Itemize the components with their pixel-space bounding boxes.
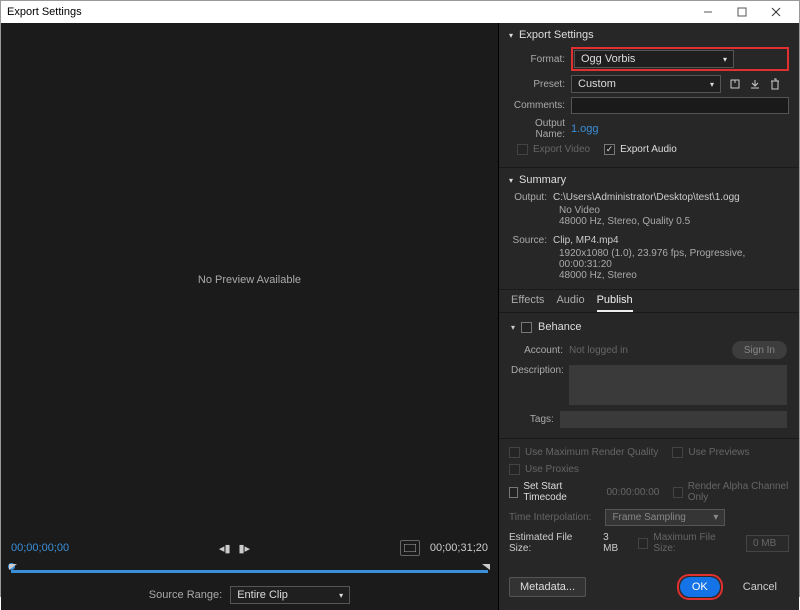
source-range-dropdown[interactable]: Entire Clip ▾ xyxy=(230,586,350,604)
no-preview-label: No Preview Available xyxy=(198,274,301,286)
checkbox-icon xyxy=(517,144,528,155)
save-preset-button[interactable] xyxy=(727,76,743,92)
use-previews-checkbox: Use Previews xyxy=(672,447,749,458)
summary-section: ▾ Summary Output: C:\Users\Administrator… xyxy=(499,168,799,290)
cancel-button[interactable]: Cancel xyxy=(731,577,789,597)
render-options: Use Maximum Render Quality Use Previews … xyxy=(499,438,799,568)
next-marker-icon[interactable]: ▮▸ xyxy=(239,542,251,555)
description-input[interactable] xyxy=(569,365,787,405)
format-dropdown[interactable]: Ogg Vorbis ▾ xyxy=(574,50,734,68)
render-alpha-checkbox: Render Alpha Channel Only xyxy=(673,481,789,503)
format-highlight: Ogg Vorbis ▾ xyxy=(571,47,789,71)
twisty-icon[interactable]: ▾ xyxy=(509,31,513,40)
use-max-render-quality-checkbox: Use Maximum Render Quality xyxy=(509,447,658,458)
use-proxies-checkbox: Use Proxies xyxy=(509,464,579,475)
account-label: Account: xyxy=(511,345,569,356)
summary-source-line3: 48000 Hz, Stereo xyxy=(559,270,789,281)
comments-input[interactable] xyxy=(571,97,789,114)
titlebar: Export Settings xyxy=(1,1,799,23)
ok-highlight: OK xyxy=(677,574,723,600)
out-handle-icon[interactable] xyxy=(482,564,490,570)
import-preset-button[interactable] xyxy=(747,76,763,92)
start-timecode-value[interactable]: 00:00:00:00 xyxy=(607,487,660,498)
source-range-label: Source Range: xyxy=(149,589,222,601)
set-start-timecode-checkbox[interactable]: Set Start Timecode xyxy=(509,481,593,503)
minimize-icon xyxy=(703,7,713,17)
export-audio-label: Export Audio xyxy=(620,144,677,155)
chevron-down-icon: ▾ xyxy=(723,55,727,64)
time-interp-label: Time Interpolation: xyxy=(509,512,591,523)
time-interp-dropdown: Frame Sampling ▾ xyxy=(605,509,725,526)
tags-input[interactable] xyxy=(560,411,787,428)
tab-publish[interactable]: Publish xyxy=(597,294,633,312)
chevron-down-icon: ▾ xyxy=(713,512,718,523)
output-name-label: Output Name: xyxy=(509,118,571,140)
summary-source-label: Source: xyxy=(509,235,553,246)
tags-label: Tags: xyxy=(511,414,560,425)
summary-output-label: Output: xyxy=(509,192,553,203)
twisty-icon[interactable]: ▾ xyxy=(509,176,513,185)
preset-dropdown[interactable]: Custom ▾ xyxy=(571,75,721,93)
settings-panel: ▾ Export Settings Format: Ogg Vorbis ▾ P… xyxy=(499,23,799,610)
comments-label: Comments: xyxy=(509,100,571,111)
aspect-fit-button[interactable] xyxy=(400,540,420,556)
account-value: Not logged in xyxy=(569,345,732,356)
summary-source-line2: 1920x1080 (1.0), 23.976 fps, Progressive… xyxy=(559,248,789,270)
export-settings-window: Export Settings No Preview Available 00;… xyxy=(0,0,800,597)
est-size-label: Estimated File Size: xyxy=(509,532,589,554)
tab-audio[interactable]: Audio xyxy=(556,294,584,312)
max-size-input: 0 MB xyxy=(746,535,789,552)
timeline[interactable] xyxy=(11,564,488,578)
preset-value: Custom xyxy=(578,78,616,90)
preview-panel: No Preview Available 00;00;00;00 ◂▮ ▮▸ 0… xyxy=(1,23,499,610)
window-title: Export Settings xyxy=(7,6,82,18)
settings-tabs: Effects Audio Publish xyxy=(499,290,799,313)
summary-output-path: C:\Users\Administrator\Desktop\test\1.og… xyxy=(553,192,789,203)
export-settings-section: ▾ Export Settings Format: Ogg Vorbis ▾ P… xyxy=(499,23,799,168)
output-name-link[interactable]: 1.ogg xyxy=(571,123,599,135)
export-audio-checkbox[interactable]: ✓ Export Audio xyxy=(604,144,677,155)
behance-checkbox[interactable] xyxy=(521,322,532,333)
aspect-icon xyxy=(404,544,416,552)
summary-output-line3: 48000 Hz, Stereo, Quality 0.5 xyxy=(559,216,789,227)
format-value: Ogg Vorbis xyxy=(581,53,635,65)
checkbox-checked-icon: ✓ xyxy=(604,144,615,155)
format-label: Format: xyxy=(509,54,571,65)
ok-button[interactable]: OK xyxy=(680,577,720,597)
delete-preset-button[interactable] xyxy=(767,76,783,92)
transport-bar: 00;00;00;00 ◂▮ ▮▸ 00;00;31;20 xyxy=(1,536,498,610)
description-label: Description: xyxy=(511,365,569,376)
maximize-button[interactable] xyxy=(725,1,759,23)
tab-effects[interactable]: Effects xyxy=(511,294,544,312)
est-size-value: 3 MB xyxy=(603,532,624,554)
metadata-button[interactable]: Metadata... xyxy=(509,577,586,597)
preview-area: No Preview Available xyxy=(1,23,498,536)
signin-button[interactable]: Sign In xyxy=(732,341,787,359)
preset-label: Preset: xyxy=(509,79,571,90)
twisty-icon[interactable]: ▾ xyxy=(511,323,515,332)
minimize-button[interactable] xyxy=(691,1,725,23)
dialog-footer: Metadata... OK Cancel xyxy=(499,568,799,610)
chevron-down-icon: ▾ xyxy=(339,591,343,600)
export-video-label: Export Video xyxy=(533,144,590,155)
export-video-checkbox: Export Video xyxy=(517,144,590,155)
in-handle-icon[interactable] xyxy=(9,564,17,570)
max-size-checkbox: Maximum File Size: xyxy=(638,532,732,554)
behance-label: Behance xyxy=(538,321,581,333)
timecode-out[interactable]: 00;00;31;20 xyxy=(430,542,488,554)
chevron-down-icon: ▾ xyxy=(710,80,714,89)
publish-panel: ▾ Behance Account: Not logged in Sign In… xyxy=(499,313,799,438)
timecode-in[interactable]: 00;00;00;00 xyxy=(11,542,69,554)
summary-output-line2: No Video xyxy=(559,205,789,216)
close-button[interactable] xyxy=(759,1,793,23)
prev-marker-icon[interactable]: ◂▮ xyxy=(219,542,231,555)
summary-source-clip: Clip, MP4.mp4 xyxy=(553,235,789,246)
export-settings-heading: Export Settings xyxy=(519,29,594,41)
maximize-icon xyxy=(737,7,747,17)
close-icon xyxy=(771,7,781,17)
summary-heading: Summary xyxy=(519,174,566,186)
time-interp-value: Frame Sampling xyxy=(612,512,685,523)
source-range-value: Entire Clip xyxy=(237,589,288,601)
